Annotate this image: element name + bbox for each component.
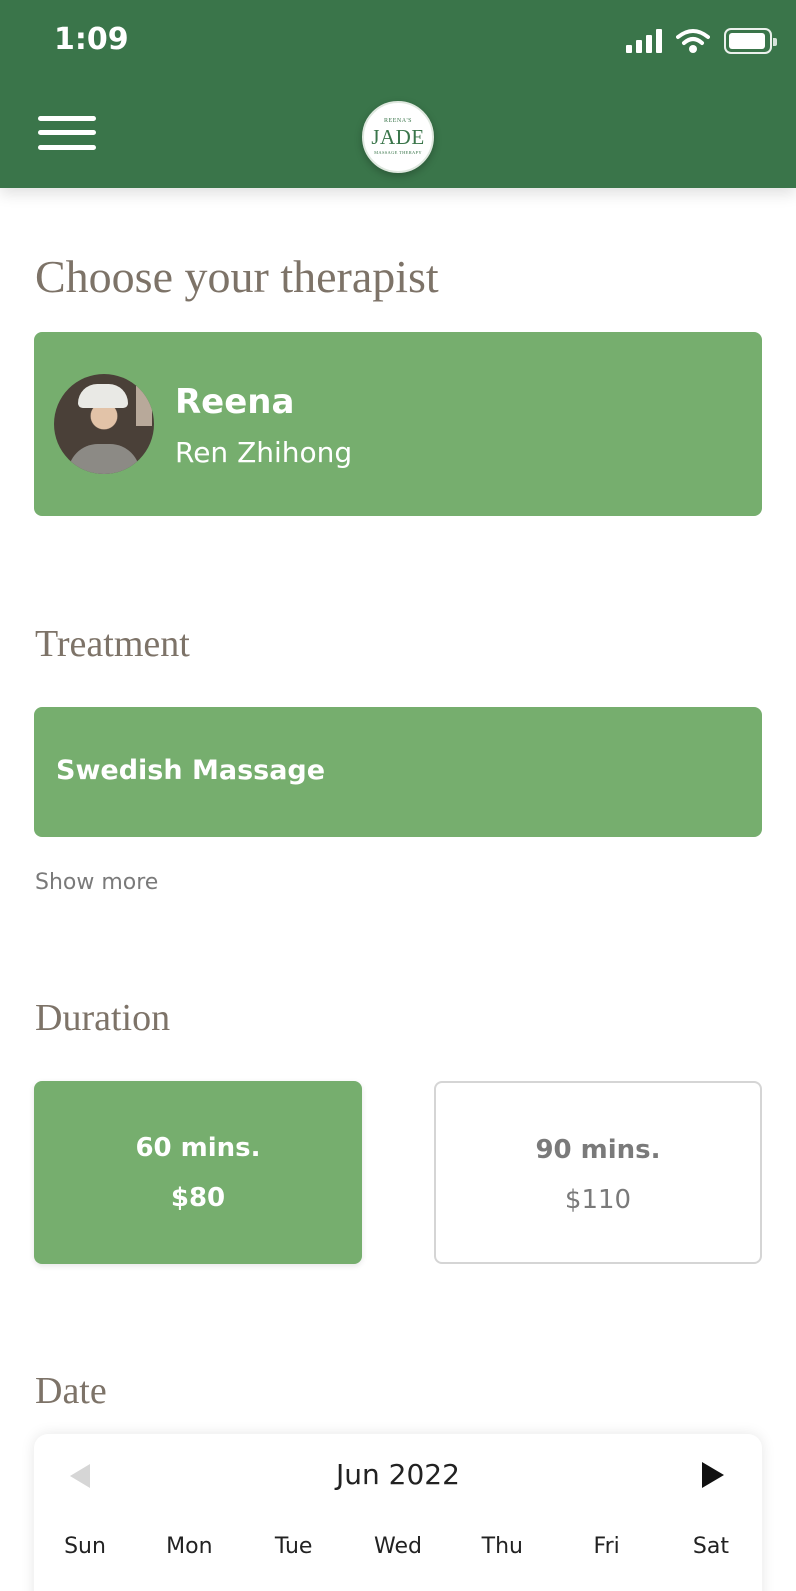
weekday-mon: Mon: [166, 1534, 213, 1559]
next-month-icon[interactable]: [702, 1462, 724, 1488]
calendar-month-label: Jun 2022: [336, 1458, 460, 1491]
therapist-card[interactable]: Reena Ren Zhihong: [34, 332, 762, 516]
logo-main-text: JADE: [371, 125, 425, 149]
duration-option-60[interactable]: 60 mins. $80: [34, 1081, 362, 1264]
duration-price: $80: [170, 1183, 226, 1213]
cellular-signal-icon: [626, 29, 662, 53]
treatment-label: Swedish Massage: [56, 755, 326, 786]
weekday-tue: Tue: [274, 1534, 313, 1559]
status-icons: [626, 24, 777, 58]
weekday-thu: Thu: [481, 1534, 523, 1559]
weekday-sun: Sun: [64, 1534, 106, 1559]
weekday-wed: Wed: [374, 1534, 422, 1559]
calendar: Jun 2022 Sun Mon Tue Wed Thu Fri Sat: [34, 1434, 762, 1591]
duration-price: $110: [564, 1185, 632, 1215]
battery-icon: [724, 28, 777, 54]
duration-mins: 60 mins.: [135, 1133, 261, 1163]
treatment-option-selected[interactable]: Swedish Massage: [34, 707, 762, 837]
hamburger-menu-icon[interactable]: [38, 116, 96, 156]
show-more-link[interactable]: Show more: [35, 870, 158, 895]
logo-bottom-text: MASSAGE THERAPY: [374, 150, 422, 155]
weekday-header: Sun Mon Tue Wed Thu Fri Sat: [34, 1534, 762, 1559]
duration-option-90[interactable]: 90 mins. $110: [434, 1081, 762, 1264]
app-header: 1:09 REENA'S JADE MASSAGE THERAPY: [0, 0, 796, 188]
status-time: 1:09: [54, 22, 129, 57]
therapist-subtitle: Ren Zhihong: [175, 436, 353, 469]
treatment-section-title: Treatment: [35, 623, 190, 665]
weekday-fri: Fri: [593, 1534, 620, 1559]
wifi-icon: [676, 29, 710, 53]
duration-mins: 90 mins.: [535, 1135, 661, 1165]
therapist-name: Reena: [175, 382, 295, 422]
jade-logo: REENA'S JADE MASSAGE THERAPY: [362, 101, 434, 173]
weekday-sat: Sat: [692, 1534, 729, 1559]
duration-section-title: Duration: [35, 997, 171, 1039]
therapist-avatar: [54, 374, 154, 474]
therapist-section-title: Choose your therapist: [35, 251, 439, 302]
date-section-title: Date: [35, 1370, 107, 1412]
logo-top-text: REENA'S: [384, 118, 412, 124]
